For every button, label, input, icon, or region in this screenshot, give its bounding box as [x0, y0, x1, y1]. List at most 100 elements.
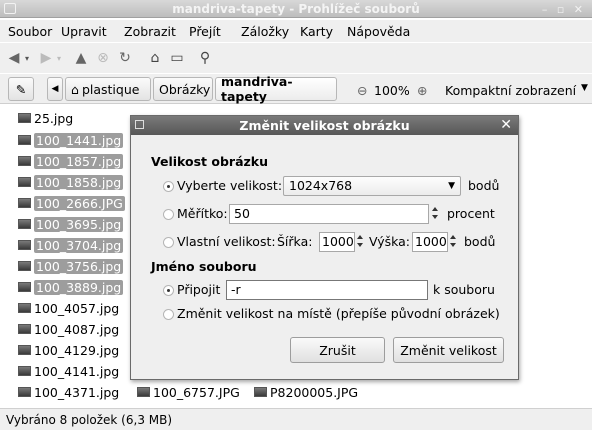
- file-item[interactable]: 100_3704.jpg: [18, 236, 124, 254]
- image-file-icon: [18, 261, 31, 271]
- file-item[interactable]: 100_1858.jpg: [18, 173, 124, 191]
- location-bar: ✎ ◀ ⌂ plastique Obrázky mandriva-tapety …: [0, 74, 592, 104]
- size-select[interactable]: 1024x768 ▼: [283, 176, 461, 196]
- file-item[interactable]: P8200005.JPG: [254, 383, 358, 401]
- file-item[interactable]: 100_4057.jpg: [18, 299, 119, 317]
- height-input[interactable]: 1000: [412, 232, 448, 252]
- resize-button[interactable]: Změnit velikost: [393, 337, 504, 363]
- file-name: 100_1441.jpg: [34, 132, 124, 148]
- file-item[interactable]: 25.jpg: [18, 109, 73, 127]
- path-crumb-obrazky[interactable]: Obrázky: [153, 77, 213, 101]
- custom-size-unit: bodů: [464, 234, 496, 249]
- file-item[interactable]: 100_4371.jpg: [18, 383, 119, 401]
- file-name: 100_1857.jpg: [34, 153, 124, 169]
- image-file-icon: [137, 387, 150, 397]
- file-item[interactable]: 100_2666.JPG: [18, 194, 125, 212]
- edit-location-button[interactable]: ✎: [8, 77, 34, 101]
- view-mode-dropdown-icon[interactable]: ▼: [581, 83, 588, 93]
- radio-select-size[interactable]: [163, 181, 174, 192]
- image-file-icon: [18, 282, 31, 292]
- up-icon[interactable]: ▲: [72, 48, 90, 68]
- menu-napoveda[interactable]: Nápověda: [347, 24, 410, 39]
- close-icon[interactable]: ✕: [500, 117, 512, 133]
- file-name: 100_1858.jpg: [34, 174, 124, 190]
- window-title: mandriva-tapety - Prohlížeč souborů: [172, 2, 420, 16]
- zoom-level[interactable]: 100%: [374, 83, 410, 98]
- cancel-button[interactable]: Zrušit: [290, 337, 385, 363]
- menu-zobrazit[interactable]: Zobrazit: [124, 24, 176, 39]
- file-item[interactable]: 100_1441.jpg: [18, 131, 124, 149]
- scale-input[interactable]: 50: [229, 204, 429, 224]
- edit-location-icon: ✎: [15, 81, 27, 97]
- file-item[interactable]: 100_1857.jpg: [18, 152, 124, 170]
- select-size-label: Vyberte velikost:: [177, 178, 283, 193]
- image-file-icon: [18, 113, 31, 123]
- chevron-left-icon: ◀: [51, 84, 59, 94]
- radio-resize-in-place[interactable]: [163, 309, 174, 320]
- menu-upravit[interactable]: Upravit: [61, 24, 107, 39]
- zoom-out-icon[interactable]: ⊖: [357, 83, 367, 98]
- radio-scale[interactable]: [163, 209, 174, 220]
- file-item[interactable]: 100_6757.JPG: [137, 383, 240, 401]
- resize-image-dialog: Změnit velikost obrázku ✕ Velikost obráz…: [130, 115, 519, 380]
- menubar: Soubor Upravit Zobrazit Přejít Záložky K…: [0, 20, 592, 42]
- crumb-label: mandriva-tapety: [221, 74, 293, 104]
- scale-spin-icon[interactable]: [431, 204, 440, 224]
- path-crumb-mandriva-tapety[interactable]: mandriva-tapety: [215, 74, 337, 104]
- file-name: 100_3889.jpg: [34, 279, 124, 295]
- menu-soubor[interactable]: Soubor: [8, 24, 52, 39]
- computer-icon[interactable]: ▭: [168, 48, 186, 68]
- append-suffix: k souboru: [433, 282, 495, 297]
- image-file-icon: [254, 387, 267, 397]
- append-input[interactable]: -r: [226, 280, 428, 300]
- forward-icon[interactable]: ▶: [38, 48, 54, 68]
- menu-karty[interactable]: Karty: [300, 24, 333, 39]
- file-item[interactable]: 100_3695.jpg: [18, 215, 124, 233]
- file-item[interactable]: 100_4129.jpg: [18, 341, 119, 359]
- menu-zalozky[interactable]: Záložky: [241, 24, 289, 39]
- home-icon[interactable]: ⌂: [146, 48, 164, 68]
- statusbar: Vybráno 8 položek (6,3 MB): [0, 408, 592, 430]
- dialog-title: Změnit velikost obrázku: [239, 118, 410, 133]
- search-icon[interactable]: ⚲: [196, 48, 214, 68]
- section-image-size: Velikost obrázku: [151, 154, 268, 169]
- radio-custom-size[interactable]: [163, 237, 174, 248]
- back-icon[interactable]: ◀: [6, 48, 22, 68]
- toolbar: ◀ ▾ ▶ ▾ ▲ ⊗ ↻ ⌂ ▭ ⚲: [0, 43, 592, 73]
- zoom-in-icon[interactable]: ⊕: [417, 83, 427, 98]
- file-item[interactable]: 100_4087.jpg: [18, 320, 119, 338]
- file-item[interactable]: 100_4141.jpg: [18, 362, 119, 380]
- view-mode-select[interactable]: Kompaktní zobrazení: [445, 83, 576, 98]
- path-crumb-plastique[interactable]: ⌂ plastique: [65, 77, 151, 101]
- file-name: 100_6757.JPG: [153, 384, 240, 400]
- crumb-label: plastique: [81, 81, 140, 97]
- height-spin-icon[interactable]: [449, 232, 458, 252]
- stop-icon[interactable]: ⊗: [94, 48, 112, 68]
- scale-label: Měřítko:: [177, 206, 228, 221]
- radio-append[interactable]: [163, 285, 174, 296]
- back-dropdown-icon[interactable]: ▾: [22, 48, 32, 68]
- reload-icon[interactable]: ↻: [116, 48, 134, 68]
- window-controls[interactable]: – ▫ ✕: [542, 3, 586, 16]
- append-label: Připojit: [177, 282, 221, 297]
- image-file-icon: [18, 135, 31, 145]
- image-file-icon: [18, 198, 31, 208]
- file-name: 100_4371.jpg: [34, 384, 120, 400]
- scale-unit: procent: [447, 206, 495, 221]
- file-item[interactable]: 100_3756.jpg: [18, 257, 124, 275]
- file-item[interactable]: 100_3889.jpg: [18, 278, 124, 296]
- dropdown-arrow-icon: ▼: [448, 181, 455, 191]
- image-file-icon: [18, 345, 31, 355]
- image-file-icon: [18, 219, 31, 229]
- width-input[interactable]: 1000: [319, 232, 355, 252]
- width-spin-icon[interactable]: [356, 232, 365, 252]
- path-scroll-left-button[interactable]: ◀: [47, 77, 63, 101]
- file-name: 100_4141.jpg: [34, 363, 120, 379]
- forward-dropdown-icon[interactable]: ▾: [54, 48, 64, 68]
- width-label: Šířka:: [277, 234, 313, 249]
- image-file-icon: [18, 240, 31, 250]
- menu-prejit[interactable]: Přejít: [189, 24, 221, 39]
- file-name: 100_3695.jpg: [34, 216, 124, 232]
- section-filename: Jméno souboru: [151, 259, 257, 274]
- file-name: 100_4087.jpg: [34, 321, 120, 337]
